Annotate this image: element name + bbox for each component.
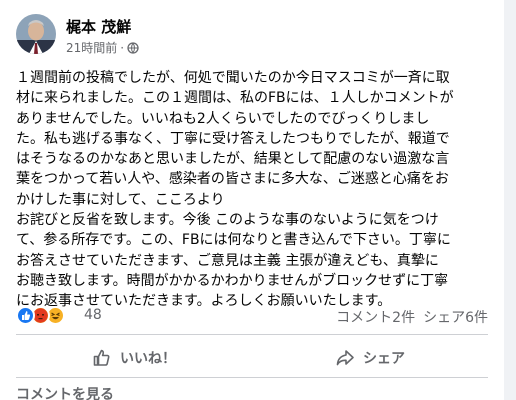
author-name[interactable]: 梶本 茂鮮	[66, 16, 131, 37]
like-label: いいね！	[120, 351, 176, 367]
like-button[interactable]: いいね！	[16, 340, 252, 376]
post-header: 梶本 茂鮮 21時間前 ·	[16, 14, 488, 60]
post-meta: 21時間前 ·	[66, 39, 139, 56]
share-button[interactable]: シェア	[252, 340, 488, 376]
post-text-line: お答えさせていただきます、ご意見は主義 主張が違えども、真摯に	[16, 252, 439, 269]
share-arrow-icon	[336, 350, 354, 366]
post-text-line: 葉をつかって若い人や、感染者の皆さまに多大な、ご迷惑と心痛をお	[16, 171, 449, 188]
reaction-count[interactable]: 48	[84, 307, 102, 323]
post-body: １週間前の投稿でしたが、何処で聞いたのか今日マスコミが一斉に取 材に来られました…	[16, 68, 490, 312]
comment-count-link[interactable]: コメント2件	[336, 307, 415, 327]
meta-separator: ·	[120, 40, 125, 55]
author-avatar[interactable]	[16, 14, 56, 54]
post-card: 梶本 茂鮮 21時間前 · １週間前の投稿でしたが、何処で聞いたのか今日マスコミ…	[0, 0, 504, 400]
globe-icon	[127, 41, 139, 54]
post-text-line: お詫びと反省を致します。今後 このような事のないように気をつけ	[16, 212, 439, 229]
post-text-line: かけした事に対して、こころより	[16, 191, 225, 208]
post-timestamp[interactable]: 21時間前	[66, 39, 117, 56]
divider	[16, 377, 488, 378]
like-reaction-icon[interactable]	[16, 306, 35, 325]
post-text-line: 材に来られました。この１週間は、私のFBには、１人しかコメントが	[16, 90, 454, 107]
share-label: シェア	[363, 351, 405, 367]
action-bar: いいね！ シェア	[16, 340, 488, 376]
post-text-line: た。私も逃げる事なく、丁寧に受け答えしたつもりでしたが、報道で	[16, 130, 450, 147]
page-background	[504, 0, 516, 400]
post-text-line: はそうなるのかなあと思いましたが、結果として配慮のない過激な言	[16, 151, 450, 168]
share-count-link[interactable]: シェア6件	[423, 307, 488, 327]
post-text-line: お聴き致します。時間がかかるかわかりませんがブロックせずに丁寧	[16, 272, 449, 289]
post-text-line: ありませんでした。いいねも2人くらいでしたのでびっくりしまし	[16, 110, 430, 127]
post-text-line: １週間前の投稿でしたが、何処で聞いたのか今日マスコミが一斉に取	[16, 70, 450, 86]
post-text-line: て、参る所存です。この、FBには何なりと書き込んで下さい。丁寧に	[16, 232, 451, 249]
view-comments-link[interactable]: コメントを見る	[16, 384, 114, 400]
thumbs-up-icon	[93, 349, 110, 366]
engagement-stats: コメント2件 シェア6件	[336, 307, 488, 327]
divider	[16, 334, 488, 335]
reaction-bar: 48 コメント2件 シェア6件	[16, 304, 488, 328]
